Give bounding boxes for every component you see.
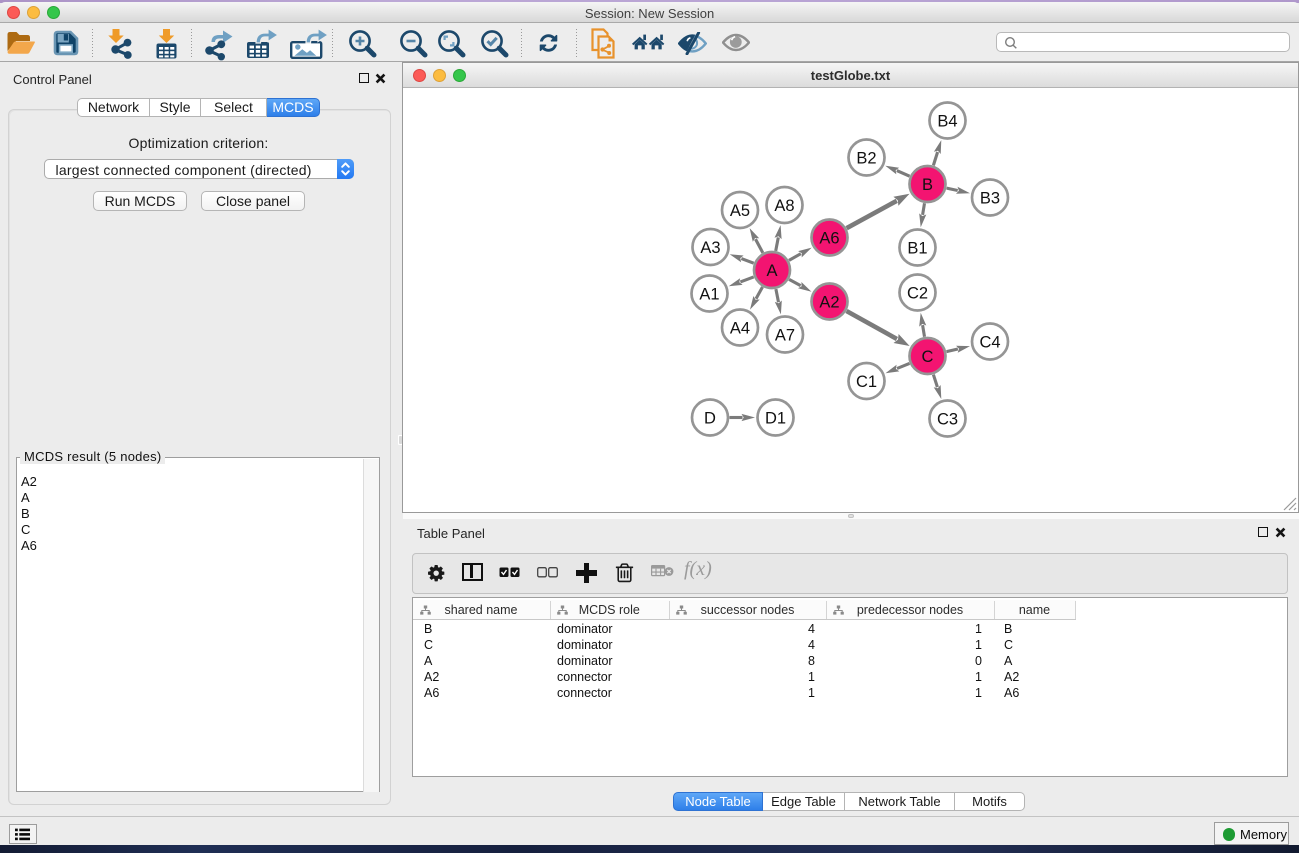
svg-text:D: D — [704, 409, 716, 427]
svg-text:B3: B3 — [980, 189, 1000, 207]
svg-text:B: B — [922, 176, 933, 194]
svg-text:A5: A5 — [730, 202, 750, 220]
svg-text:A8: A8 — [774, 197, 794, 215]
svg-text:C2: C2 — [907, 284, 928, 302]
svg-text:C: C — [922, 348, 934, 366]
svg-text:A7: A7 — [775, 326, 795, 344]
svg-text:C3: C3 — [937, 410, 958, 428]
svg-text:A6: A6 — [819, 229, 839, 247]
svg-text:A1: A1 — [699, 285, 719, 303]
svg-text:B2: B2 — [856, 149, 876, 167]
svg-text:A3: A3 — [700, 239, 720, 257]
svg-text:B4: B4 — [937, 112, 957, 130]
svg-text:C4: C4 — [979, 333, 1000, 351]
svg-text:A: A — [766, 262, 777, 280]
svg-text:B1: B1 — [907, 239, 927, 257]
svg-text:A2: A2 — [819, 293, 839, 311]
svg-text:D1: D1 — [765, 409, 786, 427]
svg-text:C1: C1 — [856, 373, 877, 391]
svg-text:A4: A4 — [730, 319, 750, 337]
